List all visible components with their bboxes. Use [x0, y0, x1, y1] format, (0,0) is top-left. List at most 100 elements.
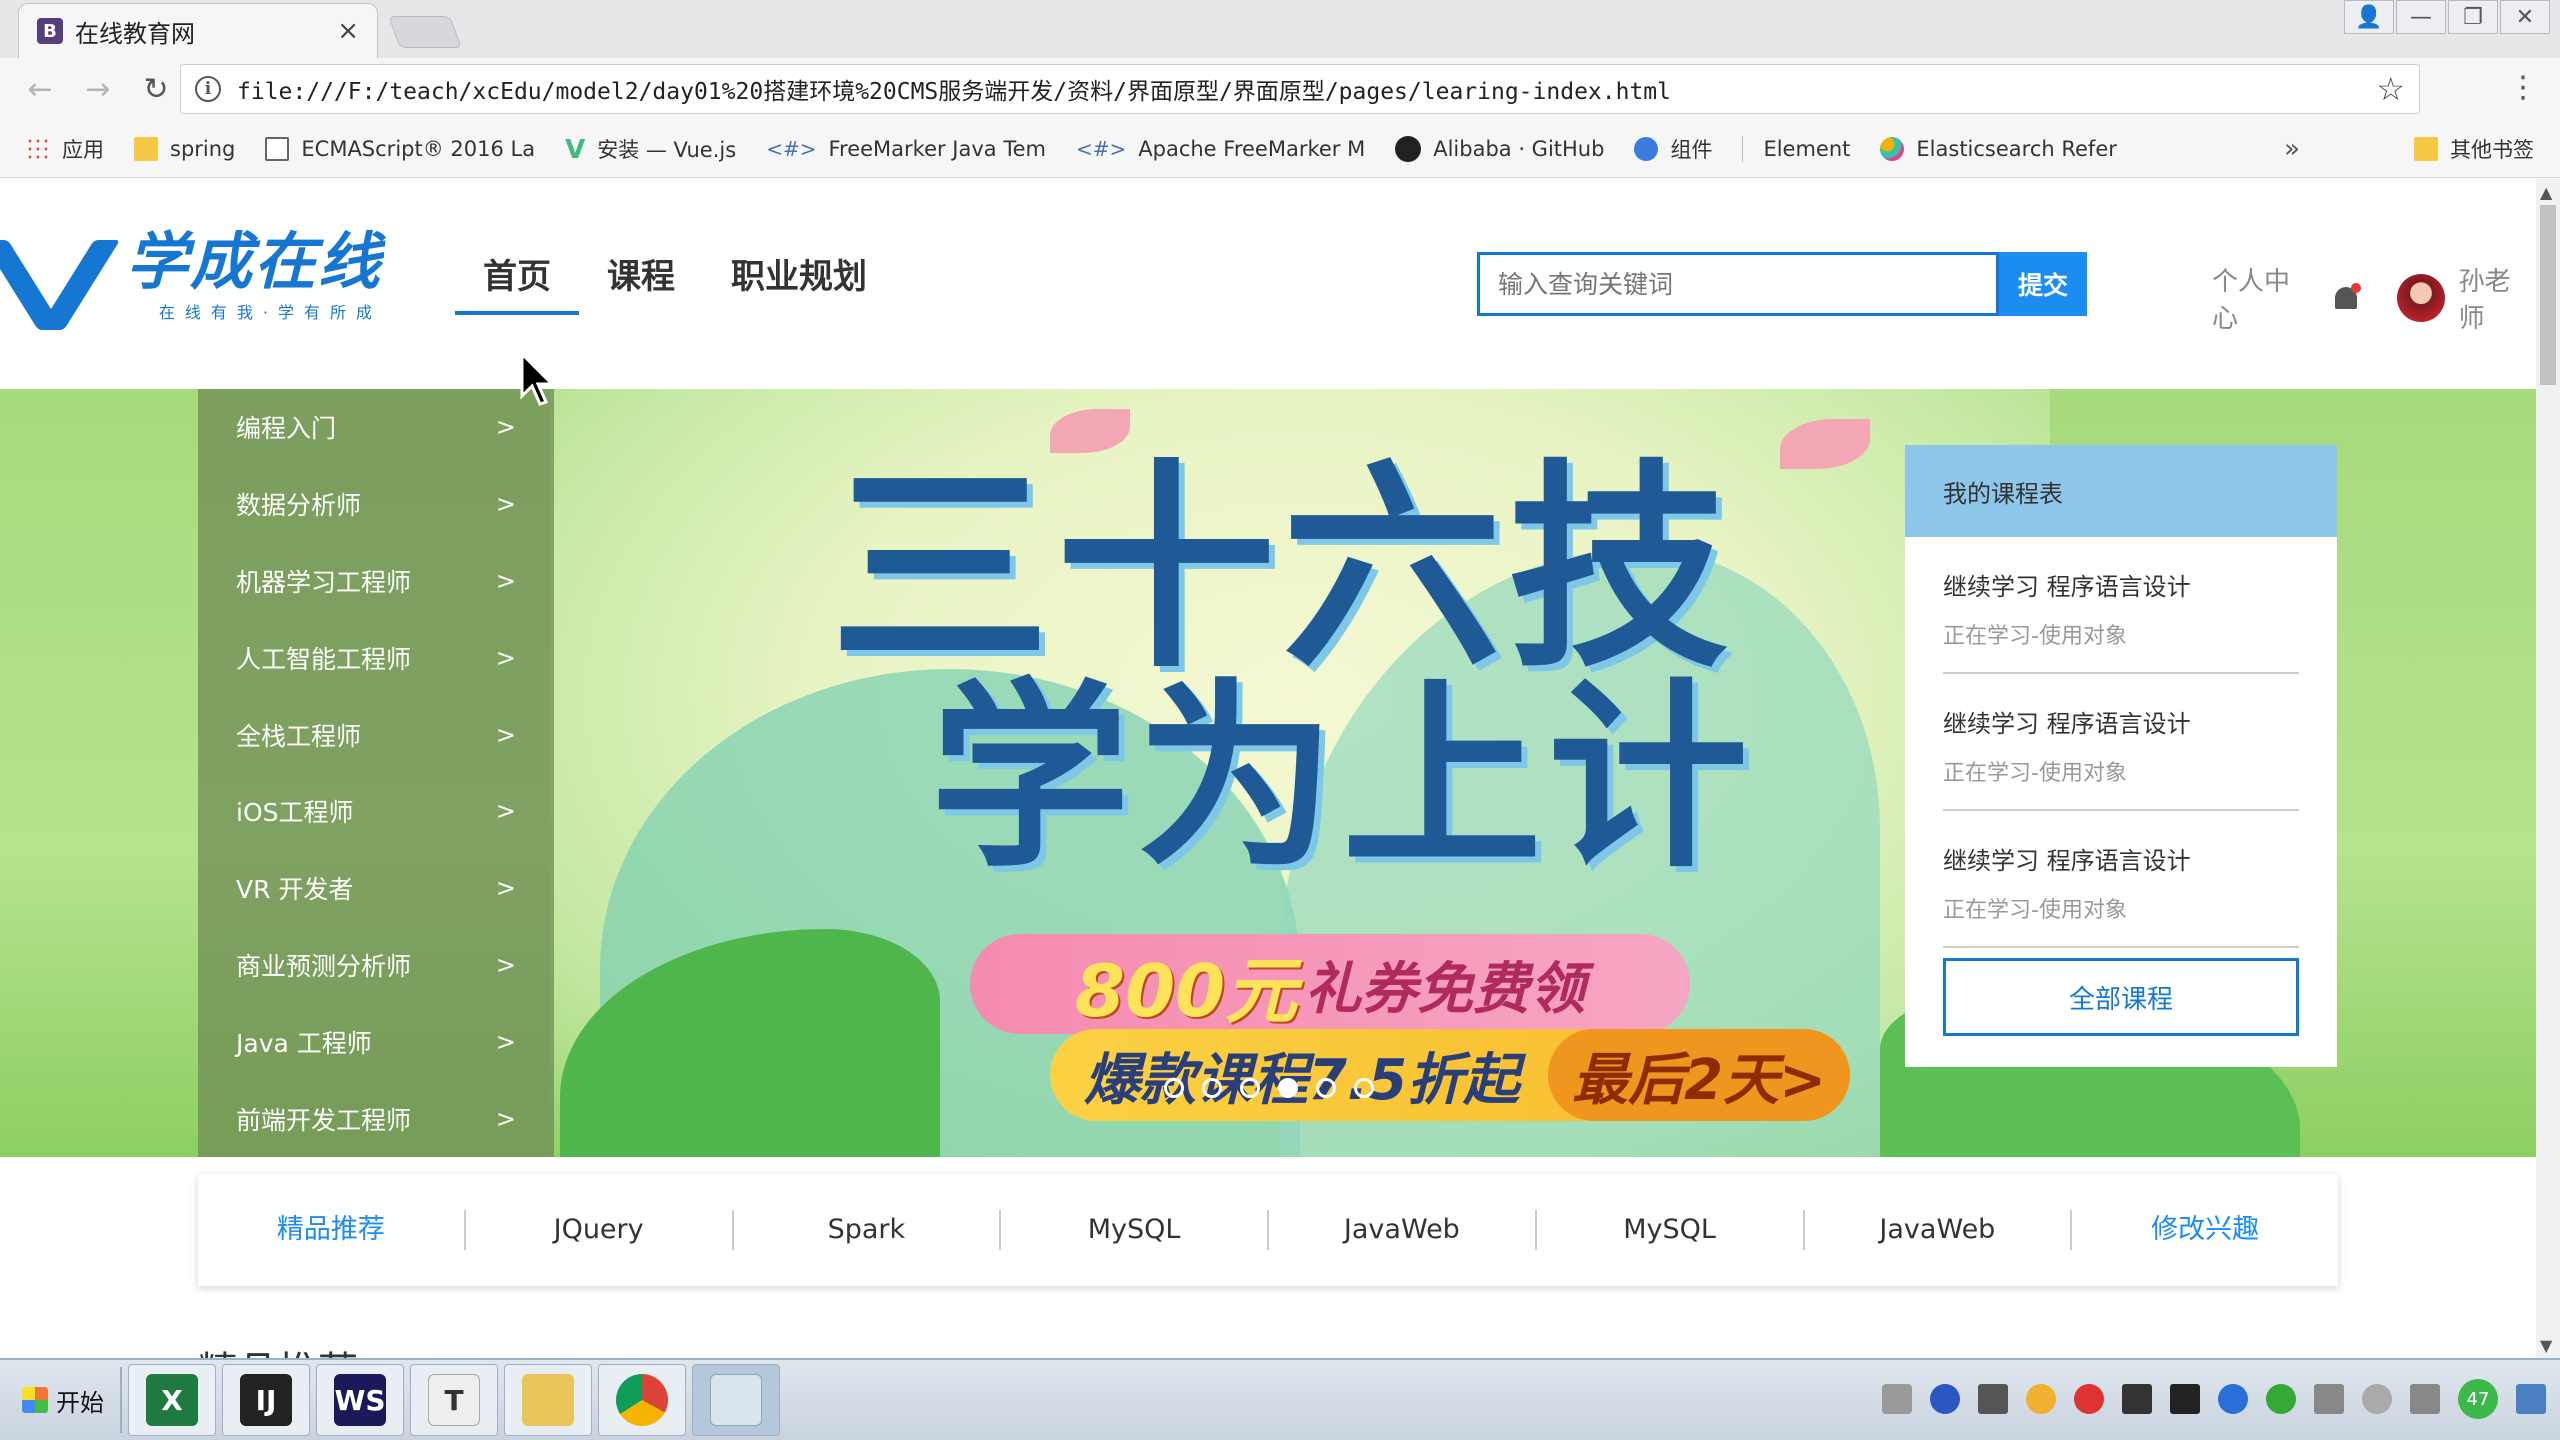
category-label: 前端开发工程师 — [236, 1105, 412, 1135]
info-icon[interactable]: i — [195, 76, 221, 102]
tag-edit-interests[interactable]: 修改兴趣 — [2072, 1210, 2338, 1250]
category-item[interactable]: 前端开发工程师 > — [198, 1080, 554, 1157]
bookmark-item[interactable]: Elasticsearch Refer — [1880, 136, 2117, 161]
schedule-item[interactable]: 继续学习 程序语言设计 正在学习-使用对象 — [1943, 537, 2299, 674]
category-item[interactable]: 数据分析师 > — [198, 466, 554, 543]
carousel-dot[interactable] — [1278, 1078, 1298, 1098]
carousel-dot[interactable] — [1164, 1078, 1184, 1098]
schedule-item-title: 继续学习 程序语言设计 — [1943, 847, 2191, 875]
category-item[interactable]: VR 开发者 > — [198, 850, 554, 927]
url-text[interactable]: file:///F:/teach/xcEdu/model2/day01%20搭建… — [237, 72, 2376, 106]
bookmark-item[interactable]: 应用 — [26, 134, 104, 164]
category-item[interactable]: Java 工程师 > — [198, 1003, 554, 1080]
taskbar-excel[interactable]: X — [128, 1364, 216, 1436]
nav-home[interactable]: 首页 — [455, 239, 579, 315]
site-logo[interactable]: 学成在线 在线有我·学有所成 — [0, 231, 382, 330]
scroll-up-icon[interactable]: ▲ — [2540, 183, 2552, 202]
show-desktop-icon[interactable] — [2516, 1384, 2546, 1414]
keyboard-icon[interactable] — [1882, 1384, 1912, 1414]
schedule-item[interactable]: 继续学习 程序语言设计 正在学习-使用对象 — [1943, 811, 2299, 948]
network-icon[interactable] — [2410, 1384, 2440, 1414]
other-bookmarks[interactable]: 其他书签 — [2414, 134, 2534, 164]
all-courses-button[interactable]: 全部课程 — [1943, 958, 2299, 1036]
tag-item[interactable]: JavaWeb — [1805, 1210, 2073, 1250]
category-item[interactable]: 机器学习工程师 > — [198, 543, 554, 620]
app-tray-icon[interactable] — [2170, 1384, 2200, 1414]
carousel-dot[interactable] — [1316, 1078, 1336, 1098]
nav-career[interactable]: 职业规划 — [703, 239, 895, 315]
window-controls: 👤 — ❐ ✕ — [2344, 0, 2550, 34]
page-scrollbar[interactable]: ▲ ▼ — [2536, 179, 2560, 1359]
bookmark-item[interactable]: 组件 — [1634, 134, 1712, 164]
schedule-item-sub: 正在学习-使用对象 — [1943, 761, 2127, 786]
tag-item[interactable]: JQuery — [466, 1210, 734, 1250]
forward-icon[interactable]: → — [78, 69, 118, 109]
taskbar-typora[interactable]: T — [410, 1364, 498, 1436]
new-tab-button[interactable] — [388, 16, 462, 48]
bookmark-item[interactable]: ECMAScript® 2016 La — [265, 136, 535, 161]
carousel-dot[interactable] — [1202, 1078, 1222, 1098]
taskbar-intellij[interactable]: IJ — [222, 1364, 310, 1436]
display-icon[interactable] — [1978, 1384, 2008, 1414]
carousel-dot[interactable] — [1240, 1078, 1260, 1098]
window-minimize-button[interactable]: — — [2396, 0, 2446, 34]
carousel-dot[interactable] — [1354, 1078, 1374, 1098]
bookmark-item[interactable]: <#> FreeMarker Java Tem — [766, 137, 1046, 161]
nvidia-icon[interactable] — [2122, 1384, 2152, 1414]
scroll-down-icon[interactable]: ▼ — [2540, 1336, 2552, 1355]
user-center-link[interactable]: 个人中心 — [2212, 261, 2315, 335]
window-close-button[interactable]: ✕ — [2500, 0, 2550, 34]
category-item[interactable]: iOS工程师 > — [198, 773, 554, 850]
category-item[interactable]: 商业预测分析师 > — [198, 927, 554, 1004]
window-user-icon[interactable]: 👤 — [2344, 0, 2394, 34]
browser-menu-icon[interactable]: ⋮ — [2508, 70, 2538, 105]
bookmark-item[interactable]: Alibaba · GitHub — [1395, 135, 1604, 162]
app-tray-icon[interactable] — [2074, 1384, 2104, 1414]
tag-item[interactable]: Spark — [734, 1210, 1002, 1250]
search-submit-button[interactable]: 提交 — [1999, 252, 2087, 316]
bell-icon[interactable] — [2331, 283, 2361, 313]
browser-tab[interactable]: B 在线教育网 × — [18, 3, 378, 58]
category-item[interactable]: 全栈工程师 > — [198, 696, 554, 773]
taskbar-webstorm[interactable]: WS — [316, 1364, 404, 1436]
schedule-item[interactable]: 继续学习 程序语言设计 正在学习-使用对象 — [1943, 674, 2299, 811]
page-icon — [265, 136, 290, 161]
scroll-thumb[interactable] — [2540, 205, 2556, 385]
app-tray-icon[interactable] — [2026, 1384, 2056, 1414]
nav-courses[interactable]: 课程 — [579, 239, 703, 315]
tag-item[interactable]: MySQL — [1001, 1210, 1269, 1250]
taskbar-chrome[interactable] — [598, 1364, 686, 1436]
tray-badge[interactable]: 47 — [2458, 1379, 2498, 1419]
taskbar-explorer[interactable] — [504, 1364, 592, 1436]
back-icon[interactable]: ← — [20, 69, 60, 109]
tab-close-icon[interactable]: × — [337, 16, 359, 46]
help-icon[interactable] — [1930, 1384, 1960, 1414]
bluetooth-icon[interactable] — [2218, 1384, 2248, 1414]
system-tray: 47 — [1882, 1366, 2560, 1432]
hero-banner[interactable]: 三十六技 学为上计 800元 礼券免费领 爆款课程7.5折起 最后2天> 编程入… — [0, 389, 2536, 1157]
tag-item[interactable]: MySQL — [1537, 1210, 1805, 1250]
reload-icon[interactable]: ↻ — [136, 69, 176, 109]
category-item[interactable]: 人工智能工程师 > — [198, 619, 554, 696]
start-button[interactable]: 开始 — [6, 1367, 122, 1433]
volume-icon[interactable] — [2362, 1384, 2392, 1414]
app-tray-icon[interactable] — [2266, 1384, 2296, 1414]
bookmark-item[interactable]: <#> Apache FreeMarker M — [1076, 137, 1365, 161]
bookmarks-overflow-icon[interactable]: » — [2284, 134, 2300, 164]
window-restore-button[interactable]: ❐ — [2448, 0, 2498, 34]
bookmark-item[interactable]: Element — [1763, 137, 1850, 161]
usb-icon[interactable] — [2314, 1384, 2344, 1414]
bookmark-star-icon[interactable]: ☆ — [2376, 70, 2405, 108]
category-item[interactable]: 编程入门 > — [198, 389, 554, 466]
avatar[interactable] — [2396, 274, 2445, 322]
folder-icon — [2414, 136, 2438, 161]
search-input[interactable] — [1477, 252, 1999, 316]
address-bar[interactable]: i file:///F:/teach/xcEdu/model2/day01%20… — [180, 64, 2420, 114]
tag-featured[interactable]: 精品推荐 — [198, 1210, 466, 1250]
schedule-item-title: 继续学习 程序语言设计 — [1943, 573, 2191, 601]
tag-item[interactable]: JavaWeb — [1269, 1210, 1537, 1250]
bookmark-item[interactable]: spring — [134, 136, 235, 161]
bookmark-item[interactable]: V 安装 — Vue.js — [565, 134, 736, 164]
taskbar-paint[interactable] — [692, 1364, 780, 1436]
username[interactable]: 孙老师 — [2459, 261, 2536, 335]
